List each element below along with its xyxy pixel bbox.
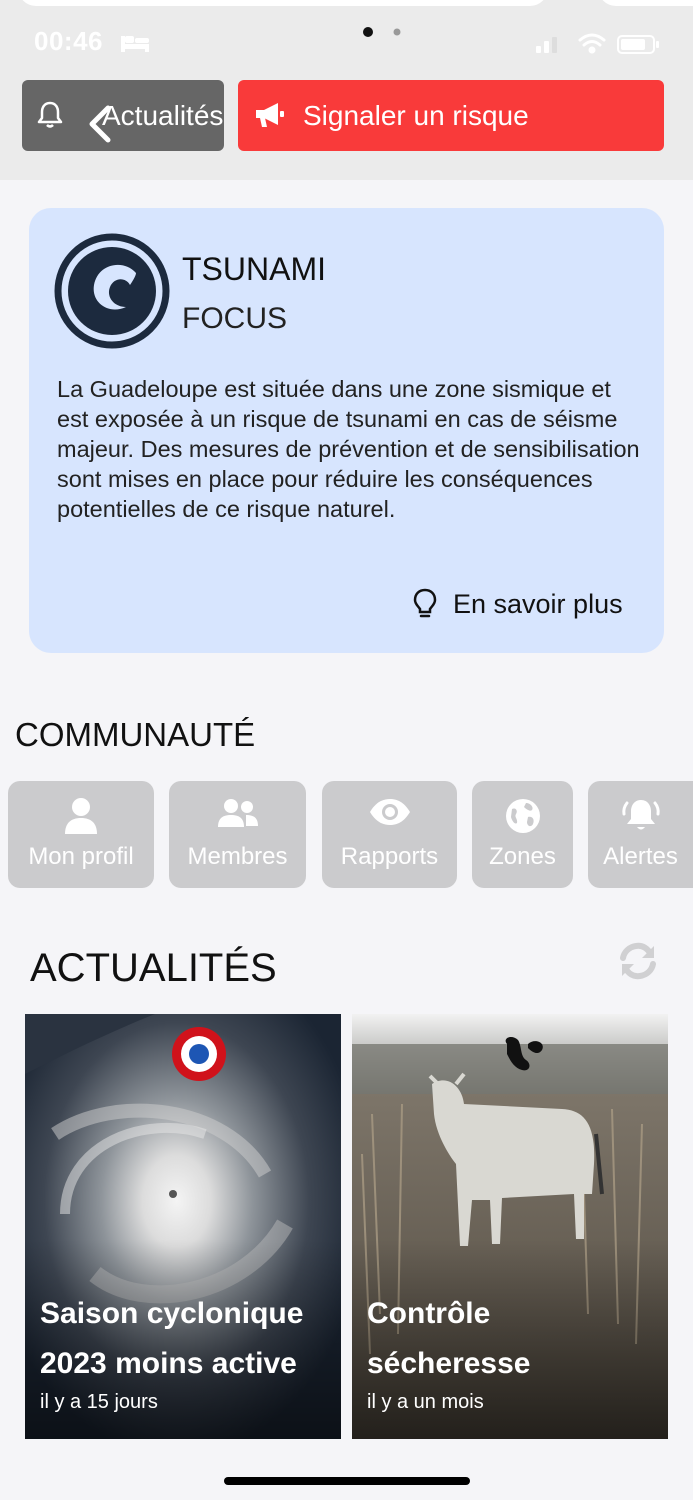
- eye-icon: [369, 799, 410, 825]
- battery-icon: [617, 35, 659, 54]
- learn-more-link[interactable]: En savoir plus: [413, 586, 623, 622]
- focus-title: TSUNAMI: [182, 251, 326, 287]
- community-section-title: COMMUNAUTÉ: [15, 716, 256, 753]
- focus-card: TSUNAMI FOCUS La Guadeloupe est située d…: [29, 208, 664, 653]
- report-risk-label: Signaler un risque: [303, 100, 529, 131]
- signal-icon: [536, 37, 557, 53]
- tile-label: Alertes: [603, 843, 678, 870]
- megaphone-icon: [256, 103, 284, 127]
- tile-label: Zones: [489, 843, 556, 870]
- background-pill: [18, 0, 548, 6]
- news-card-title: Saison cyclonique 2023 moins active: [40, 1297, 304, 1380]
- lightbulb-icon: [413, 588, 437, 618]
- bell-icon: [621, 800, 660, 830]
- tile-members[interactable]: Membres: [169, 781, 306, 888]
- top-header: 00:46 Actualités Signaler un risque: [0, 0, 693, 180]
- tile-reports[interactable]: Rapports: [322, 781, 457, 888]
- bed-icon: [121, 36, 149, 52]
- background-pill: [598, 0, 693, 6]
- page-indicator-dots: [363, 27, 401, 37]
- tile-my-profile[interactable]: Mon profil: [8, 781, 154, 888]
- news-button-label: Actualités: [102, 100, 224, 131]
- french-roundel-icon: [172, 1027, 226, 1081]
- news-card-date: il y a 15 jours: [40, 1391, 158, 1413]
- bell-icon: [37, 101, 63, 128]
- report-risk-button[interactable]: Signaler un risque: [238, 80, 664, 151]
- news-card[interactable]: Contrôle sécheresse il y a un mois: [352, 1014, 668, 1439]
- learn-more-label: En savoir plus: [453, 588, 623, 619]
- tile-alerts[interactable]: Alertes: [588, 781, 693, 888]
- news-button[interactable]: Actualités: [22, 80, 224, 151]
- news-card-date: il y a un mois: [367, 1391, 484, 1413]
- tile-label: Mon profil: [28, 843, 134, 870]
- status-icons: [536, 33, 659, 54]
- refresh-icon[interactable]: [618, 940, 658, 982]
- users-icon: [217, 799, 258, 827]
- news-section-title: ACTUALITÉS: [30, 946, 277, 990]
- home-indicator[interactable]: [224, 1477, 470, 1485]
- tile-zones[interactable]: Zones: [472, 781, 573, 888]
- focus-description: La Guadeloupe est située dans une zone s…: [57, 376, 640, 522]
- focus-subtitle: FOCUS: [182, 302, 287, 335]
- news-card-title: Contrôle sécheresse: [367, 1297, 531, 1380]
- tile-label: Rapports: [340, 843, 439, 870]
- news-card[interactable]: Saison cyclonique 2023 moins active il y…: [25, 1014, 341, 1439]
- tile-label: Membres: [187, 843, 288, 870]
- wifi-icon: [578, 33, 606, 54]
- status-time: 00:46: [34, 26, 103, 56]
- globe-icon: [505, 799, 540, 833]
- user-icon: [65, 798, 97, 834]
- tsunami-wave-icon: [54, 233, 170, 349]
